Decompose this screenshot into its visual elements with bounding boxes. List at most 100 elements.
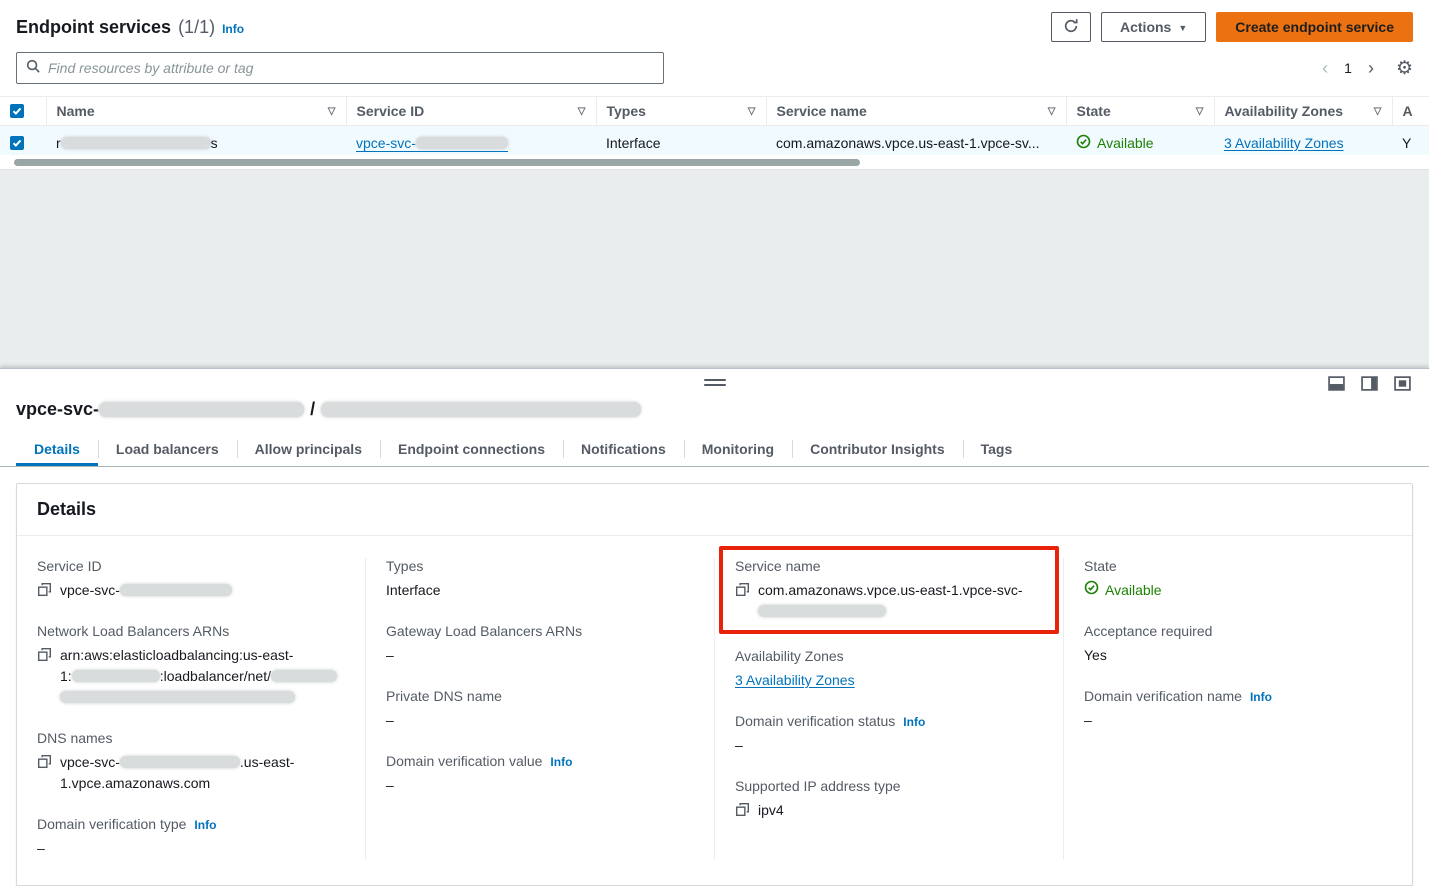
service-id-prefix: vpce-svc- xyxy=(60,582,120,598)
copy-icon[interactable] xyxy=(37,754,52,769)
page-title: Endpoint services (1/1) Info xyxy=(16,17,244,38)
filter-icon[interactable]: ▽ xyxy=(1048,106,1056,117)
redacted-text xyxy=(72,670,160,682)
field-label: Availability Zones xyxy=(735,648,1043,664)
endpoint-services-table: Name▽ Service ID▽ Types▽ Service name▽ S… xyxy=(0,96,1429,155)
field-value: arn:aws:elasticloadbalancing:us-east- 1:… xyxy=(60,645,337,708)
column-header-state[interactable]: State▽ xyxy=(1066,97,1214,126)
column-header-availability-zones[interactable]: Availability Zones▽ xyxy=(1214,97,1392,126)
pagination: ‹ 1 › ⚙ xyxy=(1322,59,1413,78)
info-link[interactable]: Info xyxy=(903,715,925,729)
previous-page-button[interactable]: ‹ xyxy=(1322,59,1328,77)
split-panel-drag-handle[interactable] xyxy=(704,379,726,389)
refresh-button[interactable] xyxy=(1051,12,1091,42)
filter-icon[interactable]: ▽ xyxy=(1374,106,1382,117)
arn-line-2-suffix: :loadbalancer/net/ xyxy=(160,668,271,684)
tab-monitoring[interactable]: Monitoring xyxy=(684,432,792,466)
copy-icon[interactable] xyxy=(37,647,52,662)
field-domain-verification-type: Domain verification type Info – xyxy=(37,816,345,859)
field-label: Service name xyxy=(735,558,1043,574)
header-info-link[interactable]: Info xyxy=(222,22,244,36)
state-text: Available xyxy=(1097,135,1154,151)
field-service-id: Service ID vpce-svc- xyxy=(37,558,345,601)
panel-fullscreen-button[interactable] xyxy=(1394,376,1411,391)
field-acceptance-required: Acceptance required Yes xyxy=(1084,623,1392,666)
row-types-cell: Interface xyxy=(596,126,766,155)
field-domain-verification-value: Domain verification value Info – xyxy=(386,753,694,796)
tab-load-balancers[interactable]: Load balancers xyxy=(98,432,237,466)
filter-icon[interactable]: ▽ xyxy=(1196,106,1204,117)
preferences-button[interactable]: ⚙ xyxy=(1396,59,1413,78)
page-number-button[interactable]: 1 xyxy=(1344,61,1352,75)
tab-endpoint-connections[interactable]: Endpoint connections xyxy=(380,432,563,466)
search-input[interactable] xyxy=(48,60,654,76)
select-all-checkbox[interactable] xyxy=(10,104,24,118)
split-panel-controls xyxy=(1328,376,1411,391)
row-name-suffix: s xyxy=(211,135,218,151)
copy-icon[interactable] xyxy=(735,802,750,817)
tab-notifications[interactable]: Notifications xyxy=(563,432,684,466)
state-text: Available xyxy=(1105,580,1162,601)
next-page-button[interactable]: › xyxy=(1368,59,1374,77)
field-domain-verification-status: Domain verification status Info – xyxy=(735,713,1043,756)
info-link[interactable]: Info xyxy=(194,818,216,832)
column-header-acceptance[interactable]: A xyxy=(1392,97,1429,126)
dns-line-2: 1.vpce.amazonaws.com xyxy=(60,775,210,791)
copy-icon[interactable] xyxy=(37,582,52,597)
field-dns-names: DNS names vpce-svc-.us-east- 1.vpce.amaz… xyxy=(37,730,345,794)
split-panel-bar xyxy=(0,369,1429,399)
table-row[interactable]: rs vpce-svc- Interface com.amazonaws.vpc… xyxy=(0,126,1429,155)
column-header-service-id[interactable]: Service ID▽ xyxy=(346,97,596,126)
panel-bottom-icon xyxy=(1328,379,1345,394)
row-acceptance-cell: Y xyxy=(1392,126,1429,155)
column-header-types[interactable]: Types▽ xyxy=(596,97,766,126)
copy-icon[interactable] xyxy=(735,582,750,597)
tab-allow-principals[interactable]: Allow principals xyxy=(237,432,380,466)
details-column-1: Service ID vpce-svc- Network Load Balanc… xyxy=(17,558,365,859)
service-id-link[interactable]: vpce-svc- xyxy=(356,135,508,152)
title-service-id-prefix: vpce-svc- xyxy=(16,399,99,419)
horizontal-scrollbar-thumb[interactable] xyxy=(14,159,860,166)
field-value: – xyxy=(735,735,1043,756)
field-label: Domain verification value xyxy=(386,753,542,769)
column-header-name[interactable]: Name▽ xyxy=(46,97,346,126)
row-state-cell: Available xyxy=(1066,126,1214,155)
filter-icon[interactable]: ▽ xyxy=(578,106,586,117)
field-value: ipv4 xyxy=(758,800,784,821)
horizontal-scrollbar xyxy=(0,155,1429,170)
refresh-icon xyxy=(1063,18,1079,37)
availability-zones-link[interactable]: 3 Availability Zones xyxy=(1224,135,1344,151)
field-value: vpce-svc- xyxy=(60,580,232,601)
field-supported-ip-address-type: Supported IP address type ipv4 xyxy=(735,778,1043,821)
field-label: Domain verification name xyxy=(1084,688,1242,704)
field-label: DNS names xyxy=(37,730,345,746)
filter-icon[interactable]: ▽ xyxy=(328,106,336,117)
details-column-4: State Available Acceptance required xyxy=(1063,558,1412,859)
redacted-text xyxy=(271,670,337,682)
info-link[interactable]: Info xyxy=(1250,690,1272,704)
row-availability-zones-cell: 3 Availability Zones xyxy=(1214,126,1392,155)
info-link[interactable]: Info xyxy=(550,755,572,769)
field-availability-zones: Availability Zones 3 Availability Zones xyxy=(735,648,1043,691)
column-header-service-name[interactable]: Service name▽ xyxy=(766,97,1066,126)
panel-position-bottom-button[interactable] xyxy=(1328,376,1345,391)
create-endpoint-service-button[interactable]: Create endpoint service xyxy=(1216,12,1413,42)
tab-details[interactable]: Details xyxy=(16,432,98,466)
tab-contributor-insights[interactable]: Contributor Insights xyxy=(792,432,963,466)
actions-button[interactable]: Actions ▼ xyxy=(1101,12,1206,42)
filter-icon[interactable]: ▽ xyxy=(748,106,756,117)
field-state: State Available xyxy=(1084,558,1392,601)
tab-tags[interactable]: Tags xyxy=(963,432,1031,466)
field-gateway-lb-arns: Gateway Load Balancers ARNs – xyxy=(386,623,694,666)
column-label: A xyxy=(1403,103,1413,119)
details-card-body: Service ID vpce-svc- Network Load Balanc… xyxy=(17,536,1412,885)
check-circle-icon xyxy=(1084,580,1099,601)
field-label: State xyxy=(1084,558,1392,574)
field-value: com.amazonaws.vpce.us-east-1.vpce-svc- xyxy=(758,580,1023,622)
panel-position-side-button[interactable] xyxy=(1361,376,1378,391)
redacted-text xyxy=(99,402,304,417)
field-value: – xyxy=(386,775,694,796)
row-checkbox[interactable] xyxy=(10,136,24,150)
field-label: Gateway Load Balancers ARNs xyxy=(386,623,694,639)
availability-zones-link[interactable]: 3 Availability Zones xyxy=(735,672,855,688)
